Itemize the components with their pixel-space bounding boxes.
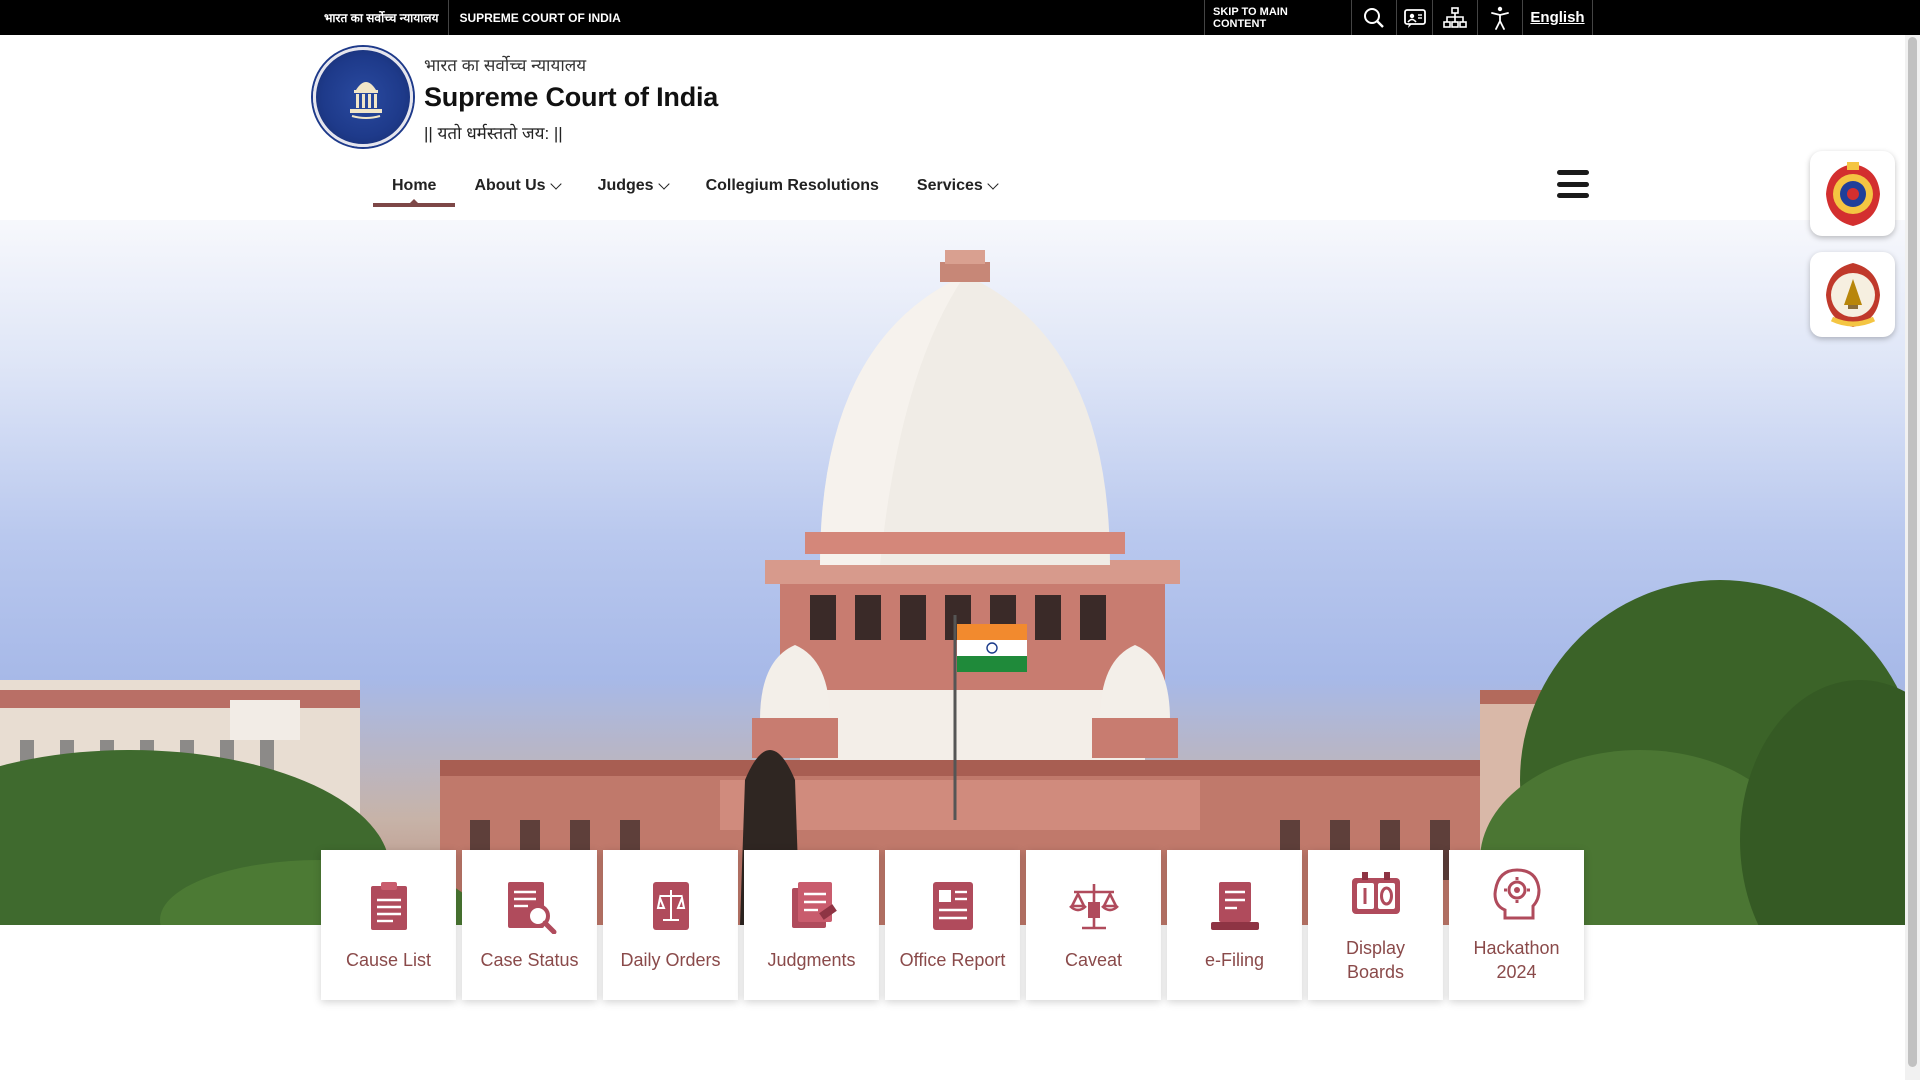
quick-link-hackathon-2024[interactable]: Hackathon 2024 — [1449, 850, 1584, 1000]
sitemap-button[interactable] — [1433, 0, 1478, 35]
nav-about-us-label: About Us — [474, 176, 546, 194]
nav-collegium-resolutions-label: Collegium Resolutions — [705, 176, 879, 194]
nav-about-us[interactable]: About Us — [455, 167, 578, 204]
supreme-court-building-image — [0, 250, 1905, 925]
language-switcher[interactable]: English — [1523, 0, 1593, 35]
hamburger-menu-button[interactable] — [1557, 170, 1589, 198]
cause-list-icon — [370, 882, 407, 930]
top-right-tools: SKIP TO MAIN CONTENT English — [1204, 0, 1593, 35]
quick-links: Cause List Case Status Daily Orders Judg… — [321, 850, 1584, 1000]
site-title-hindi: भारत का सर्वोच्च न्यायालय — [424, 56, 587, 75]
site-title[interactable]: Supreme Court of India — [424, 82, 718, 113]
chevron-down-icon — [987, 177, 999, 190]
quick-link-office-report[interactable]: Office Report — [885, 850, 1020, 1000]
hamburger-bar — [1557, 181, 1589, 187]
sitemap-icon — [1443, 6, 1467, 28]
police-emblem-icon — [1825, 161, 1880, 226]
quick-link-daily-orders[interactable]: Daily Orders — [603, 850, 738, 1000]
quick-link-label: Cause List — [345, 950, 432, 970]
sign-language-icon — [1403, 8, 1426, 28]
e-filing-icon — [1210, 882, 1259, 930]
quick-link-judgments[interactable]: Judgments — [744, 850, 879, 1000]
court-building-emblem-icon — [350, 82, 382, 119]
nav-judges-label: Judges — [597, 176, 654, 194]
site-header: भारत का सर्वोच्च न्यायालय Supreme Court … — [0, 35, 1920, 220]
nav-services-label: Services — [916, 176, 983, 194]
quick-link-cause-list[interactable]: Cause List — [321, 850, 456, 1000]
quick-link-label: Display Boards — [1345, 938, 1406, 982]
site-motto: || यतो धर्मस्ततो जय: || — [424, 124, 563, 143]
search-button[interactable] — [1352, 0, 1397, 35]
caveat-icon — [1068, 884, 1119, 930]
quick-link-display-boards[interactable]: Display Boards — [1308, 850, 1443, 1000]
quick-link-label: Caveat — [1064, 950, 1123, 970]
quick-link-label: Office Report — [899, 950, 1006, 970]
quick-link-e-filing[interactable]: e-Filing — [1167, 850, 1302, 1000]
security-emblem-icon — [1825, 262, 1880, 327]
top-left-links: भारत का सर्वोच्च न्यायालय SUPREME COURT … — [314, 0, 631, 35]
top-utility-bar: भारत का सर्वोच्च न्यायालय SUPREME COURT … — [0, 0, 1920, 35]
quick-link-label: Daily Orders — [620, 950, 721, 970]
hackathon-icon — [1492, 868, 1541, 920]
hamburger-bar — [1557, 170, 1589, 175]
accessibility-icon — [1491, 6, 1509, 30]
main-nav: Home About Us Judges Collegium Resolutio… — [373, 167, 1016, 207]
search-icon — [1364, 7, 1384, 28]
hero-banner — [0, 220, 1905, 925]
page-scrollbar[interactable] — [1905, 35, 1920, 1080]
nav-services[interactable]: Services — [898, 167, 1016, 204]
nav-home[interactable]: Home — [373, 167, 456, 207]
police-badge-button[interactable] — [1810, 151, 1895, 236]
accessibility-button[interactable] — [1478, 0, 1523, 35]
site-title-block: भारत का सर्वोच्च न्यायालय Supreme Court … — [424, 53, 718, 144]
supreme-court-logo[interactable] — [313, 47, 413, 147]
office-report-icon — [932, 882, 973, 930]
sign-language-button[interactable] — [1397, 0, 1433, 35]
english-site-link[interactable]: SUPREME COURT OF INDIA — [449, 11, 630, 25]
quick-link-label: Case Status — [480, 950, 579, 970]
quick-link-caveat[interactable]: Caveat — [1026, 850, 1161, 1000]
nav-home-label: Home — [392, 176, 437, 194]
nav-judges[interactable]: Judges — [579, 167, 687, 204]
nav-collegium-resolutions[interactable]: Collegium Resolutions — [687, 167, 898, 204]
hindi-site-link[interactable]: भारत का सर्वोच्च न्यायालय — [314, 9, 448, 26]
scrollbar-thumb[interactable] — [1908, 37, 1917, 1067]
hamburger-bar — [1557, 193, 1589, 198]
judgments-icon — [791, 882, 837, 928]
quick-link-case-status[interactable]: Case Status — [462, 850, 597, 1000]
quick-link-label: e-Filing — [1204, 950, 1265, 970]
display-boards-icon — [1351, 872, 1400, 914]
chevron-down-icon — [549, 177, 562, 190]
chevron-down-icon — [657, 177, 670, 190]
skip-to-main-content-link[interactable]: SKIP TO MAIN CONTENT — [1205, 0, 1352, 35]
security-badge-button[interactable] — [1810, 252, 1895, 337]
quick-link-label: Judgments — [767, 950, 856, 970]
quick-link-label: Hackathon 2024 — [1473, 938, 1560, 982]
daily-orders-icon — [652, 882, 689, 930]
case-status-icon — [507, 882, 556, 934]
